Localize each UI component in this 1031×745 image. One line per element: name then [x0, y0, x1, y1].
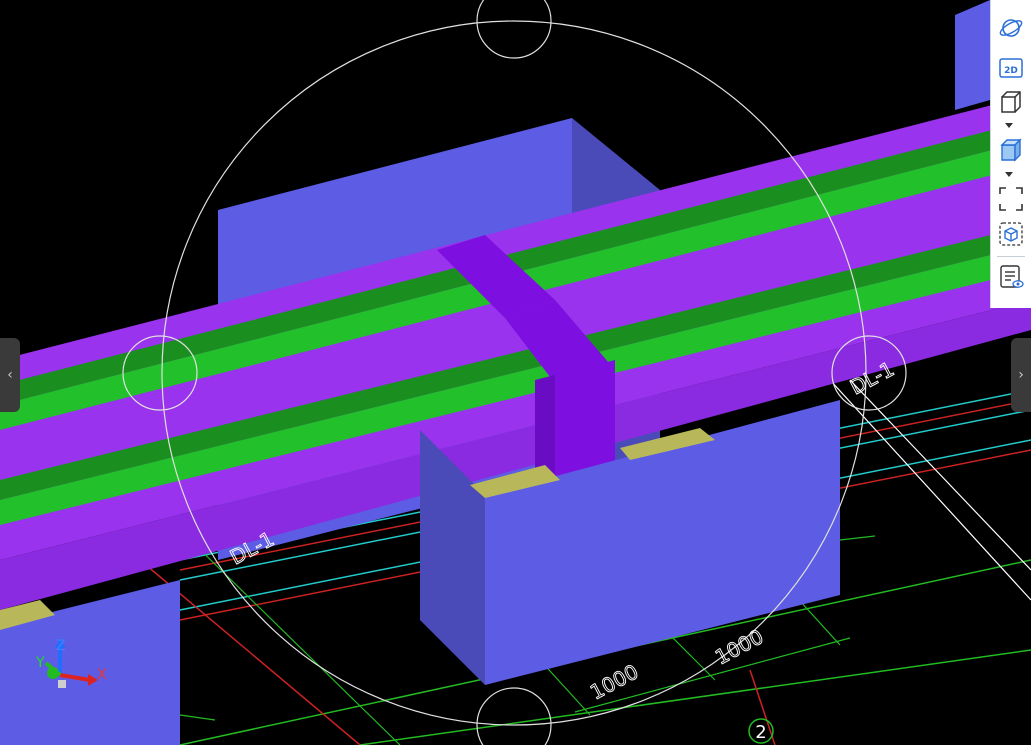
toolbar-separator [997, 256, 1025, 257]
orbit-button[interactable] [997, 14, 1025, 42]
zoom-extents-button[interactable] [997, 185, 1025, 213]
view-2d-icon: 2D [999, 58, 1023, 78]
shaded-view-button[interactable] [997, 136, 1025, 164]
display-settings-icon [1000, 265, 1024, 288]
wireframe-cube-icon [1001, 91, 1021, 113]
wireframe-view-dropdown[interactable] [1005, 123, 1013, 128]
local-3d-icon [999, 222, 1023, 246]
zoom-extents-icon [999, 187, 1023, 211]
shaded-view-dropdown[interactable] [1005, 172, 1013, 177]
orbit-icon [999, 19, 1023, 37]
wireframe-view-button[interactable] [997, 88, 1025, 116]
view-2d-button[interactable]: 2D [997, 54, 1025, 82]
axis-x-label: X [97, 667, 107, 683]
right-panel-toggle[interactable]: › [1011, 338, 1031, 412]
left-panel-toggle[interactable]: ‹ [0, 338, 20, 412]
display-settings-button[interactable] [997, 263, 1025, 291]
local-3d-button[interactable] [997, 220, 1025, 248]
axis-z-label: Z [56, 638, 66, 654]
chevron-left-icon: ‹ [7, 367, 13, 383]
view-toolbar: 2D [990, 0, 1031, 308]
svg-text:2D: 2D [1004, 66, 1018, 76]
footing-right-edge [955, 0, 990, 110]
axis-y-label: Y [35, 655, 45, 671]
shaded-cube-icon [1000, 138, 1022, 162]
chevron-right-icon: › [1018, 367, 1024, 383]
footing-front-left [0, 580, 180, 745]
3d-viewport[interactable]: DL-1 DL-1 1000 1000 2 Z X Y [0, 0, 1031, 745]
grid-axis-label: 2 [755, 722, 766, 743]
